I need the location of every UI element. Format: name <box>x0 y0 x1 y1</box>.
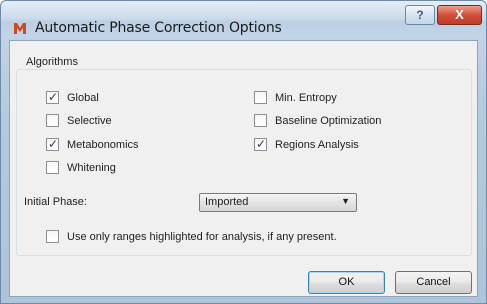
checkbox-label: Metabonomics <box>67 138 139 151</box>
title-bar[interactable]: Automatic Phase Correction Options ? X <box>1 1 486 39</box>
window-title: Automatic Phase Correction Options <box>35 20 282 36</box>
checkbox-label: Global <box>67 91 99 104</box>
checkbox-min-entropy[interactable]: Min. Entropy <box>254 91 337 104</box>
checkbox-label: Baseline Optimization <box>275 114 382 127</box>
checkbox-whitening[interactable]: Whitening <box>46 161 116 174</box>
checkbox-box[interactable]: ✓ <box>46 137 59 151</box>
checkbox-use-highlighted-ranges[interactable]: Use only ranges highlighted for analysis… <box>46 230 337 243</box>
initial-phase-dropdown[interactable]: Imported ▼ <box>199 193 357 212</box>
checkbox-box[interactable] <box>254 91 267 104</box>
checkbox-box[interactable]: ✓ <box>46 90 59 104</box>
checkbox-metabonomics[interactable]: ✓ Metabonomics <box>46 137 139 151</box>
checkbox-box[interactable] <box>46 114 59 127</box>
checkbox-box[interactable] <box>254 114 267 127</box>
help-button[interactable]: ? <box>405 5 435 25</box>
checkbox-box[interactable] <box>46 161 59 174</box>
app-logo-icon <box>14 23 26 34</box>
initial-phase-selected-value: Imported <box>205 196 249 208</box>
ok-button[interactable]: OK <box>308 271 385 294</box>
checkbox-baseline-optimization[interactable]: Baseline Optimization <box>254 114 381 127</box>
checkbox-box[interactable] <box>46 230 59 243</box>
checkbox-label: Whitening <box>67 161 116 174</box>
initial-phase-label: Initial Phase: <box>24 196 87 208</box>
cancel-button[interactable]: Cancel <box>395 271 472 294</box>
checkbox-box[interactable]: ✓ <box>254 137 267 151</box>
checkbox-label: Min. Entropy <box>275 91 337 104</box>
checkbox-label: Regions Analysis <box>275 138 359 151</box>
checkbox-label: Use only ranges highlighted for analysis… <box>67 230 337 243</box>
close-button[interactable]: X <box>437 5 482 25</box>
checkmark-icon: ✓ <box>256 137 267 151</box>
checkbox-selective[interactable]: Selective <box>46 114 112 127</box>
checkbox-regions-analysis[interactable]: ✓ Regions Analysis <box>254 137 359 151</box>
checkmark-icon: ✓ <box>48 90 59 104</box>
chevron-down-icon: ▼ <box>341 196 350 206</box>
checkbox-global[interactable]: ✓ Global <box>46 90 99 104</box>
checkmark-icon: ✓ <box>48 137 59 151</box>
algorithms-group-label: Algorithms <box>23 56 81 68</box>
checkbox-label: Selective <box>67 114 112 127</box>
